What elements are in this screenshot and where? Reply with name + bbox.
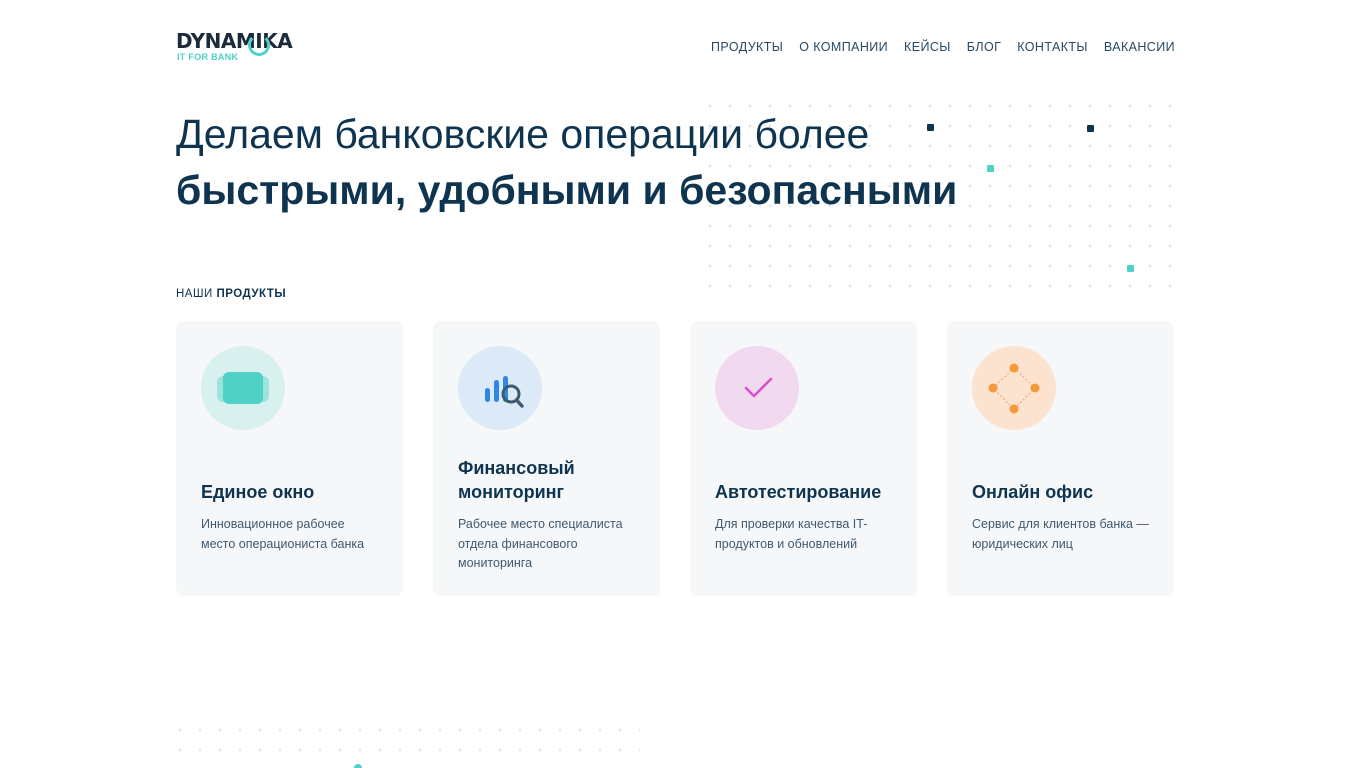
product-card-single-window[interactable]: Единое окно Инновационное рабочее место …: [176, 321, 403, 596]
nav-products[interactable]: ПРОДУКТЫ: [711, 40, 783, 54]
site-header: DYNAMIKA IT FOR BANK ПРОДУКТЫ О КОМПАНИИ…: [176, 28, 1175, 68]
card-title: Единое окно: [201, 482, 315, 502]
card-description: Инновационное рабочее место операционист…: [201, 517, 365, 551]
product-card-fin-monitoring[interactable]: Финансовый мониторинг Рабочее место спец…: [433, 321, 660, 596]
card-description: Рабочее место специалиста отдела финансо…: [458, 517, 623, 570]
hero-title-line1: Делаем банковские операции более: [176, 111, 870, 157]
nav-contacts[interactable]: КОНТАКТЫ: [1017, 40, 1088, 54]
nav-cases[interactable]: КЕЙСЫ: [904, 40, 951, 54]
window-cards-icon: [201, 346, 285, 430]
card-title: Автотестирование: [715, 482, 882, 502]
chart-search-icon: [458, 346, 542, 430]
decor-square-dark: [1087, 125, 1094, 132]
nav-vacancies[interactable]: ВАКАНСИИ: [1104, 40, 1175, 54]
card-title: Онлайн офис: [972, 482, 1094, 502]
network-nodes-icon: [972, 346, 1056, 430]
card-title: Финансовый мониторинг: [458, 458, 575, 502]
checkmark-icon: [715, 346, 799, 430]
decor-square-teal: [1127, 265, 1134, 272]
product-card-autotesting[interactable]: Автотестирование Для проверки качества I…: [690, 321, 917, 596]
product-card-online-office[interactable]: Онлайн офис Сервис для клиентов банка — …: [947, 321, 1174, 596]
card-description: Сервис для клиентов банка — юридических …: [972, 517, 1149, 551]
logo-wordmark: DYNAMIKA: [176, 29, 293, 53]
card-description: Для проверки качества IT-продуктов и обн…: [715, 517, 868, 551]
hero: Делаем банковские операции более быстрым…: [176, 106, 1076, 218]
decor-teal-dot: [354, 764, 362, 768]
decor-dot-field-bottom: [170, 720, 640, 768]
logo-tagline: IT FOR BANK: [177, 52, 239, 62]
hero-title-line2: быстрыми, удобными и безопасными: [176, 167, 958, 213]
logo[interactable]: DYNAMIKA IT FOR BANK: [176, 28, 306, 66]
products-label-bold: ПРОДУКТЫ: [216, 288, 287, 300]
products-label-prefix: НАШИ: [176, 288, 217, 300]
product-cards: Единое окно Инновационное рабочее место …: [176, 321, 1176, 596]
logo-ring-icon: [248, 34, 270, 56]
products-section-label: НАШИ ПРОДУКТЫ: [176, 288, 286, 300]
hero-title: Делаем банковские операции более быстрым…: [176, 106, 1076, 218]
nav-about[interactable]: О КОМПАНИИ: [799, 40, 888, 54]
nav-blog[interactable]: БЛОГ: [967, 40, 1002, 54]
main-nav: ПРОДУКТЫ О КОМПАНИИ КЕЙСЫ БЛОГ КОНТАКТЫ …: [711, 40, 1175, 54]
